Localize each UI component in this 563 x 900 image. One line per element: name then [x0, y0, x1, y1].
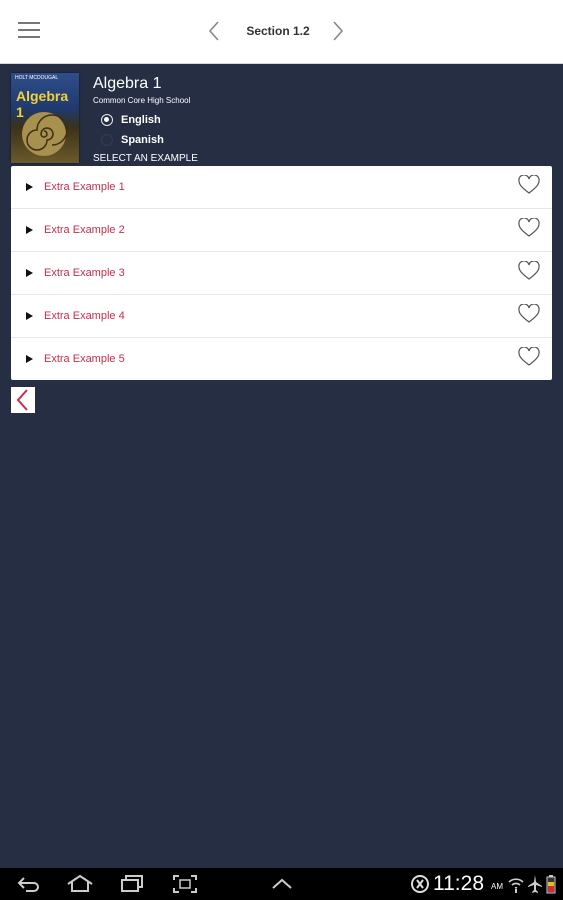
chevron-right-icon[interactable]	[328, 18, 348, 44]
clock-time: 11:28	[433, 872, 484, 895]
section-title: Section 1.2	[246, 24, 310, 38]
examples-list: Extra Example 1 Extra Example 2 Extra Ex…	[11, 166, 552, 380]
radio-english[interactable]	[101, 114, 113, 126]
top-app-bar: Section 1.2	[0, 0, 563, 64]
airplane-mode-icon	[528, 875, 542, 893]
list-item[interactable]: Extra Example 4	[11, 295, 552, 338]
hamburger-menu-icon[interactable]	[18, 22, 40, 40]
book-subtitle: Common Core High School	[93, 96, 191, 105]
nautilus-shell-icon	[22, 112, 68, 156]
radio-spanish[interactable]	[101, 134, 113, 146]
book-title: Algebra 1	[93, 75, 162, 92]
select-example-label: SELECT AN EXAMPLE	[93, 153, 198, 164]
radio-label-english[interactable]: English	[121, 114, 161, 126]
expand-triangle-icon	[26, 226, 33, 234]
recent-apps-icon[interactable]	[120, 874, 146, 894]
heart-icon[interactable]	[518, 218, 540, 238]
cover-publisher: HOLT MCDOUGAL	[15, 75, 59, 81]
list-item[interactable]: Extra Example 2	[11, 209, 552, 252]
clock-ampm: AM	[491, 882, 503, 891]
example-label: Extra Example 1	[44, 181, 125, 193]
example-label: Extra Example 3	[44, 267, 125, 279]
heart-icon[interactable]	[518, 347, 540, 367]
example-label: Extra Example 2	[44, 224, 125, 236]
back-button[interactable]	[11, 387, 35, 413]
expand-triangle-icon	[26, 183, 33, 191]
list-item[interactable]: Extra Example 1	[11, 166, 552, 209]
example-label: Extra Example 4	[44, 310, 125, 322]
back-nav-icon[interactable]	[16, 874, 40, 894]
list-item[interactable]: Extra Example 3	[11, 252, 552, 295]
home-nav-icon[interactable]	[66, 874, 94, 894]
expand-triangle-icon	[26, 269, 33, 277]
battery-icon	[546, 875, 556, 894]
data-sync-icon	[411, 875, 429, 893]
heart-icon[interactable]	[518, 261, 540, 281]
system-navigation-bar: 11:28 AM	[0, 868, 563, 900]
chevron-left-icon[interactable]	[205, 18, 225, 44]
chevron-up-icon[interactable]	[270, 874, 294, 894]
expand-triangle-icon	[26, 355, 33, 363]
book-cover-image: HOLT MCDOUGAL Algebra 1	[11, 73, 79, 163]
wifi-icon	[508, 878, 524, 893]
back-arrow-icon	[16, 389, 28, 411]
list-item[interactable]: Extra Example 5	[11, 338, 552, 380]
example-label: Extra Example 5	[44, 353, 125, 365]
radio-label-spanish[interactable]: Spanish	[121, 134, 164, 146]
screenshot-icon[interactable]	[172, 874, 198, 894]
heart-icon[interactable]	[518, 304, 540, 324]
heart-icon[interactable]	[518, 175, 540, 195]
expand-triangle-icon	[26, 312, 33, 320]
